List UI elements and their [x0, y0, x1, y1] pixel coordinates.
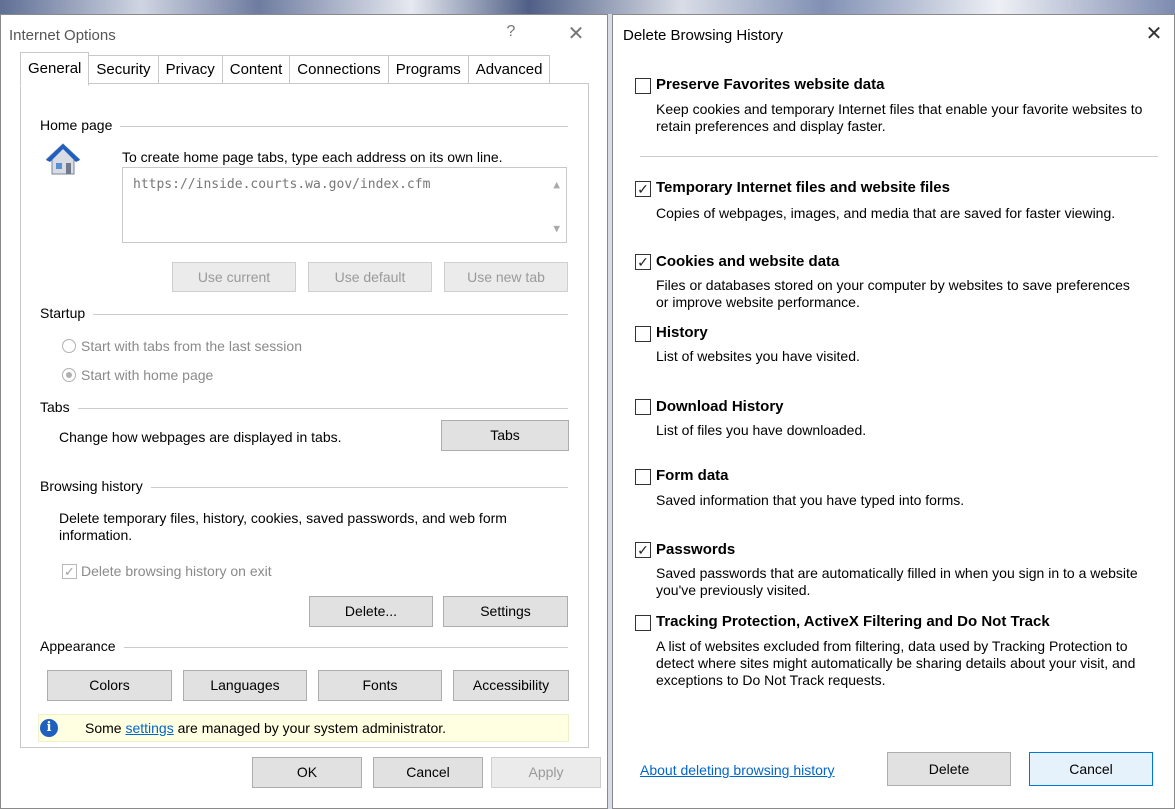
dbh-window-title: Delete Browsing History — [623, 27, 784, 44]
tabs-group-label: Tabs — [40, 399, 78, 415]
cookies-title: Cookies and website data — [656, 253, 840, 270]
divider — [40, 408, 568, 409]
home-page-group-label: Home page — [40, 117, 121, 133]
accessibility-button[interactable]: Accessibility — [453, 670, 569, 701]
settings-link[interactable]: settings — [125, 720, 173, 736]
tab-security[interactable]: Security — [89, 55, 159, 84]
browsing-history-group-label: Browsing history — [40, 478, 151, 494]
about-deleting-history-link[interactable]: About deleting browsing history — [640, 762, 835, 778]
apply-button[interactable]: Apply — [491, 757, 601, 788]
admin-info-text: Some settings are managed by your system… — [85, 720, 446, 736]
tab-strip: General Security Privacy Content Connect… — [20, 52, 551, 86]
dbh-cancel-button[interactable]: Cancel — [1029, 752, 1153, 786]
scroll-down-icon[interactable]: ▼ — [553, 222, 560, 235]
appearance-group-label: Appearance — [40, 638, 124, 654]
tab-advanced[interactable]: Advanced — [468, 55, 551, 84]
window-title: Internet Options — [9, 27, 116, 44]
tracking-protection-title: Tracking Protection, ActiveX Filtering a… — [656, 613, 1050, 630]
tab-programs[interactable]: Programs — [388, 55, 469, 84]
use-current-button[interactable]: Use current — [172, 262, 296, 292]
languages-button[interactable]: Languages — [183, 670, 307, 701]
use-new-tab-button[interactable]: Use new tab — [444, 262, 568, 292]
delete-on-exit-checkbox[interactable]: ✓ — [62, 564, 77, 579]
radio-home-page[interactable] — [62, 368, 76, 382]
ok-button[interactable]: OK — [252, 757, 362, 788]
info-icon: i — [40, 719, 58, 737]
delete-on-exit-label: Delete browsing history on exit — [81, 563, 272, 579]
use-default-button[interactable]: Use default — [308, 262, 432, 292]
startup-group-label: Startup — [40, 305, 94, 321]
divider — [640, 156, 1158, 157]
tracking-protection-checkbox[interactable] — [635, 615, 651, 631]
history-checkbox[interactable] — [635, 326, 651, 342]
tab-connections[interactable]: Connections — [290, 55, 389, 84]
download-history-checkbox[interactable] — [635, 399, 651, 415]
radio-last-session-label: Start with tabs from the last session — [81, 338, 302, 354]
cookies-checkbox[interactable]: ✓ — [635, 254, 651, 270]
divider — [40, 314, 568, 315]
tabs-description: Change how webpages are displayed in tab… — [59, 429, 342, 445]
form-data-desc: Saved information that you have typed in… — [656, 492, 965, 508]
cookies-desc: Files or databases stored on your comput… — [656, 277, 1130, 310]
history-title: History — [656, 324, 708, 341]
close-button[interactable]: ✕ — [561, 21, 591, 46]
radio-home-page-label: Start with home page — [81, 367, 214, 383]
internet-options-titlebar: Internet Options ? ✕ — [1, 15, 607, 57]
radio-last-session[interactable] — [62, 339, 76, 353]
preserve-favorites-desc: Keep cookies and temporary Internet file… — [656, 101, 1143, 134]
fonts-button[interactable]: Fonts — [318, 670, 442, 701]
tracking-protection-desc: A list of websites excluded from filteri… — [656, 638, 1136, 688]
tab-content[interactable]: Content — [222, 55, 291, 84]
info-suffix: are managed by your system administrator… — [173, 720, 447, 736]
browsing-history-description: Delete temporary files, history, cookies… — [59, 510, 507, 543]
dbh-titlebar: Delete Browsing History ✕ — [613, 15, 1174, 57]
home-page-address-field[interactable]: https://inside.courts.wa.gov/index.cfm ▲… — [122, 167, 567, 243]
help-button[interactable]: ? — [496, 23, 526, 41]
history-desc: List of websites you have visited. — [656, 348, 860, 364]
download-history-desc: List of files you have downloaded. — [656, 422, 867, 438]
preserve-favorites-title: Preserve Favorites website data — [656, 76, 885, 93]
cancel-button[interactable]: Cancel — [373, 757, 483, 788]
info-prefix: Some — [85, 720, 126, 736]
dbh-delete-button[interactable]: Delete — [887, 752, 1011, 786]
temp-files-title: Temporary Internet files and website fil… — [656, 179, 950, 196]
tabs-settings-button[interactable]: Tabs — [441, 420, 569, 451]
scroll-up-icon[interactable]: ▲ — [553, 178, 560, 191]
home-page-instruction: To create home page tabs, type each addr… — [122, 149, 503, 165]
home-icon — [45, 143, 81, 175]
dbh-close-button[interactable]: ✕ — [1139, 21, 1169, 46]
form-data-title: Form data — [656, 467, 729, 484]
preserve-favorites-checkbox[interactable] — [635, 78, 651, 94]
tab-privacy[interactable]: Privacy — [158, 55, 223, 84]
temp-files-desc: Copies of webpages, images, and media th… — [656, 205, 1116, 221]
delete-button[interactable]: Delete... — [309, 596, 433, 627]
tab-general[interactable]: General — [20, 52, 90, 86]
settings-button[interactable]: Settings — [443, 596, 568, 627]
passwords-title: Passwords — [656, 541, 736, 558]
passwords-desc: Saved passwords that are automatically f… — [656, 565, 1138, 598]
temp-files-checkbox[interactable]: ✓ — [635, 181, 651, 197]
passwords-checkbox[interactable]: ✓ — [635, 542, 651, 558]
download-history-title: Download History — [656, 398, 784, 415]
home-page-address-value: https://inside.courts.wa.gov/index.cfm — [133, 177, 431, 192]
colors-button[interactable]: Colors — [47, 670, 172, 701]
desktop-background — [0, 0, 1175, 14]
form-data-checkbox[interactable] — [635, 469, 651, 485]
